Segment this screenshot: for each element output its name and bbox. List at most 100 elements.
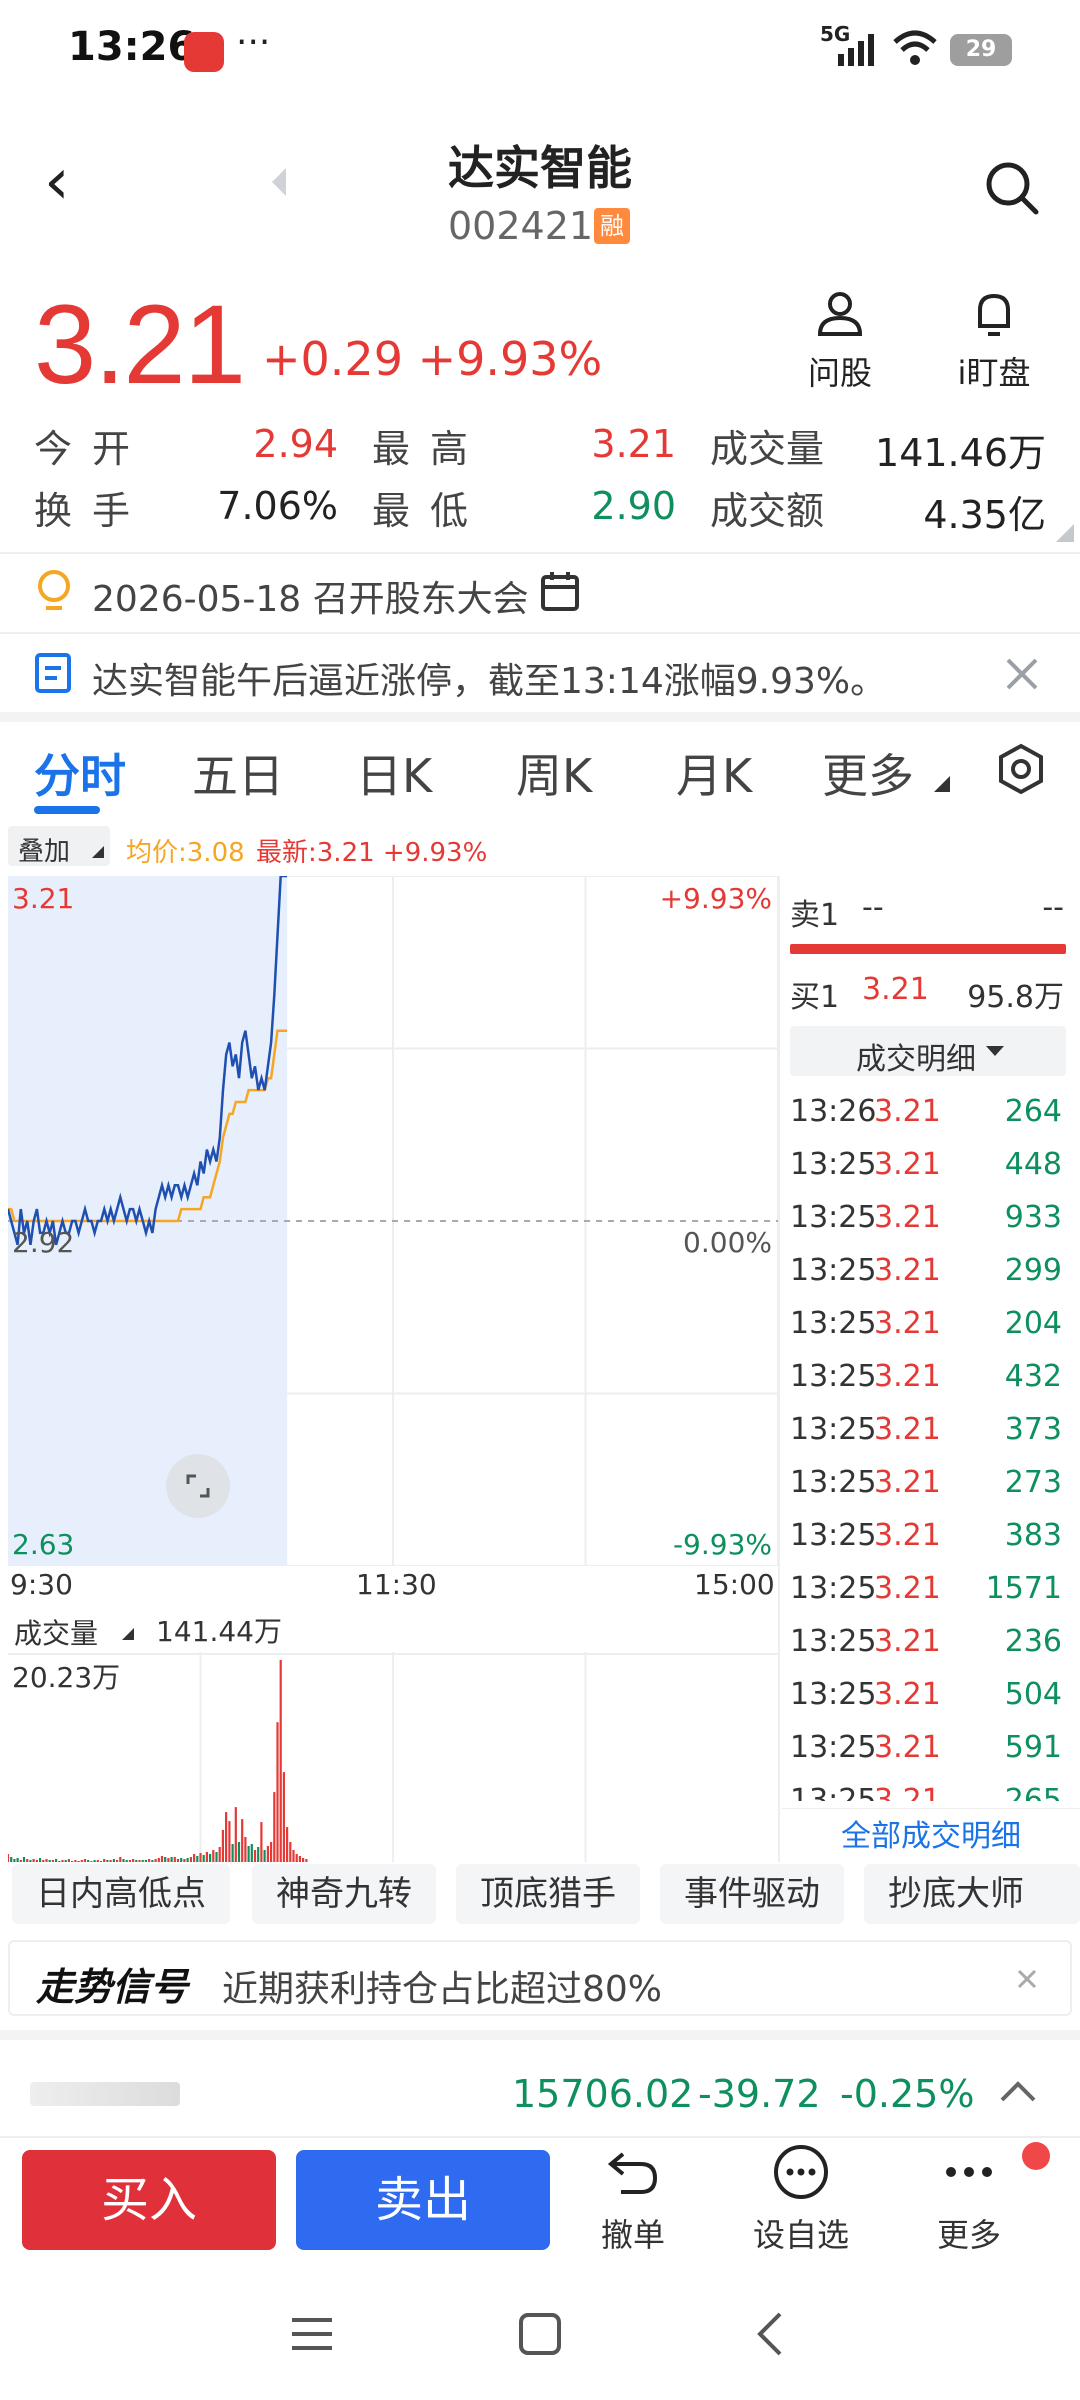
tab-five-day[interactable]: 五日: [192, 740, 284, 806]
bid1-price: 3.21: [862, 972, 929, 1007]
intraday-chart[interactable]: [8, 876, 778, 1566]
y-base-pct-label: 0.00%: [683, 1226, 772, 1259]
volume-bar: [253, 1850, 257, 1862]
divider: [0, 552, 1080, 554]
volume-selector[interactable]: 成交量: [8, 1608, 142, 1650]
volume-bar: [218, 1847, 221, 1862]
y-max-pct-label: +9.93%: [659, 882, 772, 915]
trade-time: 13:25: [790, 1677, 877, 1712]
expand-icon: [186, 1474, 210, 1498]
trade-row: 13:25 3.21 1571: [790, 1561, 1066, 1615]
turnover-value: 7.06%: [217, 484, 338, 528]
tag-intraday-high-low[interactable]: 日内高低点: [12, 1864, 230, 1924]
stock-name: 达实智能: [448, 141, 632, 195]
trade-time: 13:25: [790, 1518, 877, 1553]
ask1-volume: --: [1042, 890, 1064, 925]
tab-monthly-k[interactable]: 月K: [676, 740, 752, 806]
volume-bar: [241, 1819, 244, 1862]
back-nav-icon[interactable]: [752, 2310, 788, 2358]
avg-price-legend: 均价:3.08: [126, 838, 245, 868]
volume-bar: [250, 1844, 253, 1862]
stock-code: 002421: [448, 204, 594, 248]
trade-time: 13:25: [790, 1147, 877, 1182]
trade-detail-header[interactable]: 成交明细: [790, 1026, 1066, 1077]
open-label: 今开: [34, 427, 151, 471]
tab-weekly-k[interactable]: 周K: [516, 740, 592, 806]
watch-alert-button[interactable]: i盯盘: [944, 288, 1044, 394]
low-label: 最低: [372, 489, 489, 533]
chevron-up-icon[interactable]: [998, 2076, 1038, 2106]
calendar-add-icon[interactable]: [540, 570, 584, 614]
ask-stock-button[interactable]: 问股: [800, 288, 880, 394]
tab-intraday[interactable]: 分时: [34, 740, 126, 806]
app-notification-icon: [184, 32, 224, 72]
trade-time: 13:25: [790, 1412, 877, 1447]
volume-bar: [202, 1855, 205, 1862]
tab-more[interactable]: 更多: [822, 740, 914, 806]
trade-volume: 933: [1004, 1200, 1062, 1235]
trade-volume: 432: [1004, 1359, 1062, 1394]
sell-button[interactable]: 卖出: [296, 2150, 550, 2250]
trade-price: 3.21: [874, 1094, 941, 1129]
wifi-icon: [893, 30, 937, 65]
trade-volume: 204: [1004, 1306, 1062, 1341]
tab-daily-k[interactable]: 日K: [356, 740, 432, 806]
overlay-button[interactable]: 叠加: [8, 826, 110, 867]
signal-icon: [838, 34, 874, 66]
settings-icon[interactable]: [994, 742, 1048, 796]
tag-top-bottom-hunter[interactable]: 顶底猎手: [456, 1864, 640, 1924]
volume-bar: [257, 1847, 260, 1862]
bid1-label: 买1: [790, 980, 840, 1015]
divider: [778, 876, 780, 1862]
lightbulb-icon: [38, 570, 70, 610]
volume-bar: [193, 1854, 196, 1862]
volume-chart[interactable]: [8, 1652, 778, 1862]
trade-price: 3.21: [874, 1677, 941, 1712]
trade-row: 13:25 3.21 236: [790, 1614, 1066, 1668]
trade-price: 3.21: [874, 1518, 941, 1553]
more-button[interactable]: 更多: [924, 2142, 1014, 2256]
more-circle-icon: [774, 2145, 828, 2199]
home-nav-icon[interactable]: [518, 2312, 562, 2356]
bid-ask-bar: [790, 944, 1066, 954]
volume-bar: [231, 1844, 234, 1862]
expand-corner-icon[interactable]: [1056, 524, 1074, 542]
news-doc-icon: [35, 653, 71, 693]
x-mid-label: 11:30: [356, 1568, 437, 1601]
index-change: -39.72: [698, 2072, 821, 2116]
all-trades-link[interactable]: 全部成交明细: [782, 1808, 1080, 1864]
menu-nav-icon[interactable]: [290, 2314, 334, 2354]
trade-row: 13:25 3.21 273: [790, 1455, 1066, 1509]
trade-volume: 591: [1004, 1730, 1062, 1765]
volume-total: 141.44万: [156, 1615, 282, 1648]
trend-signal-card[interactable]: 走势信号 近期获利持仓占比超过80%: [8, 1940, 1072, 2016]
close-icon[interactable]: [1016, 1968, 1038, 1990]
tag-bottom-master[interactable]: 抄底大师周: [864, 1864, 1080, 1924]
add-watchlist-button[interactable]: 设自选: [746, 2142, 856, 2256]
amount-label: 成交额: [710, 489, 825, 533]
close-icon[interactable]: [1004, 656, 1040, 692]
index-change-pct: -0.25%: [840, 2072, 975, 2116]
x-end-label: 15:00: [694, 1568, 775, 1601]
event-notice[interactable]: 2026-05-18 召开股东大会: [92, 570, 529, 622]
trade-row: 13:25 3.21 432: [790, 1349, 1066, 1403]
fullscreen-button[interactable]: [166, 1454, 230, 1518]
volume-bar: [8, 1854, 10, 1862]
search-icon[interactable]: [984, 160, 1040, 216]
volume-bar: [263, 1850, 266, 1862]
cancel-order-button[interactable]: 撤单: [586, 2142, 680, 2256]
trade-time: 13:25: [790, 1571, 877, 1606]
trade-time: 13:25: [790, 1359, 877, 1394]
index-name-blurred: [30, 2082, 180, 2106]
trade-price: 3.21: [874, 1624, 941, 1659]
amount-value: 4.35亿: [923, 493, 1046, 537]
tag-event-driven[interactable]: 事件驱动: [660, 1864, 844, 1924]
volume-bar: [279, 1660, 282, 1862]
tag-magic-nine[interactable]: 神奇九转: [252, 1864, 436, 1924]
news-headline[interactable]: 达实智能午后逼近涨停，截至13:14涨幅9.93%。: [92, 652, 886, 704]
volume-bar: [292, 1850, 295, 1862]
trade-volume: 299: [1004, 1253, 1062, 1288]
buy-button[interactable]: 买入: [22, 2150, 276, 2250]
status-bar: 13:26 ··· 5G 29: [0, 0, 1080, 100]
divider: [0, 632, 1080, 634]
